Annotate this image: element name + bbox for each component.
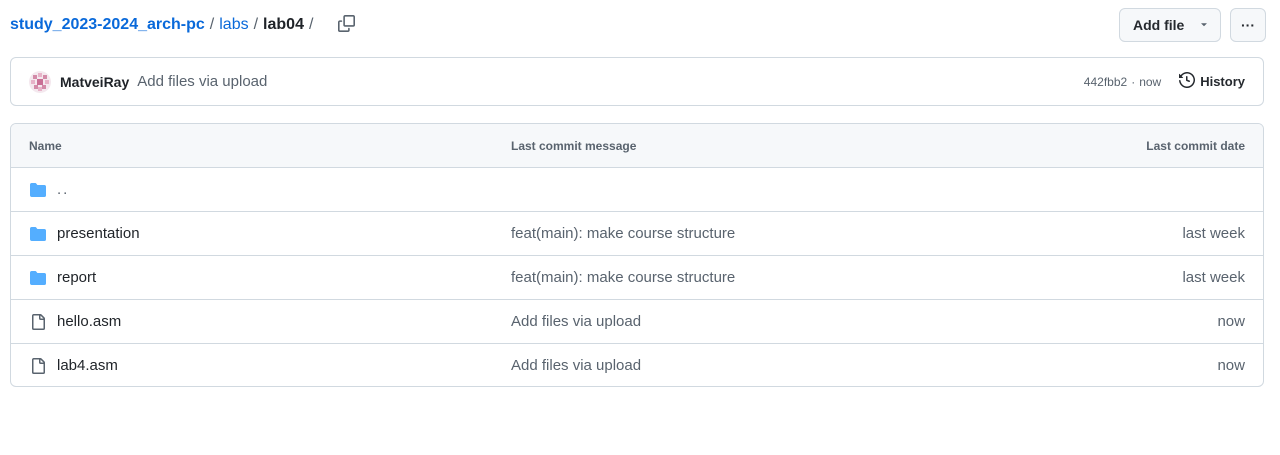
kebab-horizontal-icon: ··· — [1241, 17, 1255, 33]
commit-sha[interactable]: 442fbb2 — [1084, 75, 1127, 89]
row-date: now — [1217, 313, 1245, 330]
row-message[interactable]: feat(main): make course structure — [511, 225, 1051, 242]
table-row[interactable]: hello.asm Add files via upload now — [11, 300, 1263, 344]
row-message[interactable]: Add files via upload — [511, 357, 1051, 374]
commit-author[interactable]: MatveiRay — [60, 74, 129, 90]
meta-dot: · — [1131, 74, 1136, 89]
breadcrumb: study_2023-2024_arch-pc / labs / lab04 / — [10, 9, 318, 41]
add-file-button[interactable]: Add file — [1119, 8, 1221, 42]
add-file-label: Add file — [1133, 17, 1185, 33]
more-options-button[interactable]: ··· — [1230, 8, 1266, 42]
commit-message[interactable]: Add files via upload — [137, 73, 267, 90]
history-button[interactable]: History — [1179, 71, 1245, 91]
table-row[interactable]: .. — [11, 168, 1263, 212]
avatar[interactable] — [29, 70, 51, 93]
file-icon — [29, 357, 47, 375]
folder-icon — [29, 225, 47, 243]
folder-icon — [29, 181, 47, 199]
breadcrumb-separator: / — [253, 16, 259, 33]
triangle-down-icon — [1198, 17, 1210, 33]
commit-time: now — [1139, 74, 1162, 89]
breadcrumb-repo-link[interactable]: study_2023-2024_arch-pc — [10, 9, 205, 41]
file-icon — [29, 313, 47, 331]
file-name[interactable]: lab4.asm — [57, 357, 118, 374]
history-icon — [1179, 71, 1200, 91]
row-date: last week — [1182, 269, 1245, 286]
table-row[interactable]: lab4.asm Add files via upload now — [11, 344, 1263, 386]
table-row[interactable]: presentation feat(main): make course str… — [11, 212, 1263, 256]
row-message[interactable]: feat(main): make course structure — [511, 269, 1051, 286]
history-label: History — [1200, 74, 1245, 89]
row-date: now — [1217, 357, 1245, 374]
copy-icon — [337, 15, 355, 35]
file-name[interactable]: hello.asm — [57, 313, 121, 330]
header-name: Name — [29, 138, 62, 153]
row-message[interactable]: Add files via upload — [511, 313, 1051, 330]
file-name[interactable]: .. — [57, 181, 69, 198]
table-row[interactable]: report feat(main): make course structure… — [11, 256, 1263, 300]
folder-icon — [29, 269, 47, 287]
latest-commit-bar: MatveiRay Add files via upload 442fbb2 ·… — [10, 57, 1264, 106]
header-date: Last commit date — [1146, 138, 1245, 153]
file-name[interactable]: presentation — [57, 225, 140, 242]
breadcrumb-separator: / — [308, 16, 314, 33]
row-date: last week — [1182, 225, 1245, 242]
header-message: Last commit message — [511, 138, 637, 153]
top-bar: study_2023-2024_arch-pc / labs / lab04 /… — [10, 8, 1266, 42]
table-header: Name Last commit message Last commit dat… — [11, 124, 1263, 168]
copy-path-button[interactable] — [330, 9, 362, 41]
breadcrumb-current: lab04 — [263, 16, 304, 33]
file-name[interactable]: report — [57, 269, 96, 286]
commit-meta: 442fbb2 · now History — [1084, 71, 1245, 91]
file-table: Name Last commit message Last commit dat… — [10, 123, 1264, 387]
breadcrumb-separator: / — [209, 16, 215, 33]
breadcrumb-labs-link[interactable]: labs — [219, 9, 248, 41]
